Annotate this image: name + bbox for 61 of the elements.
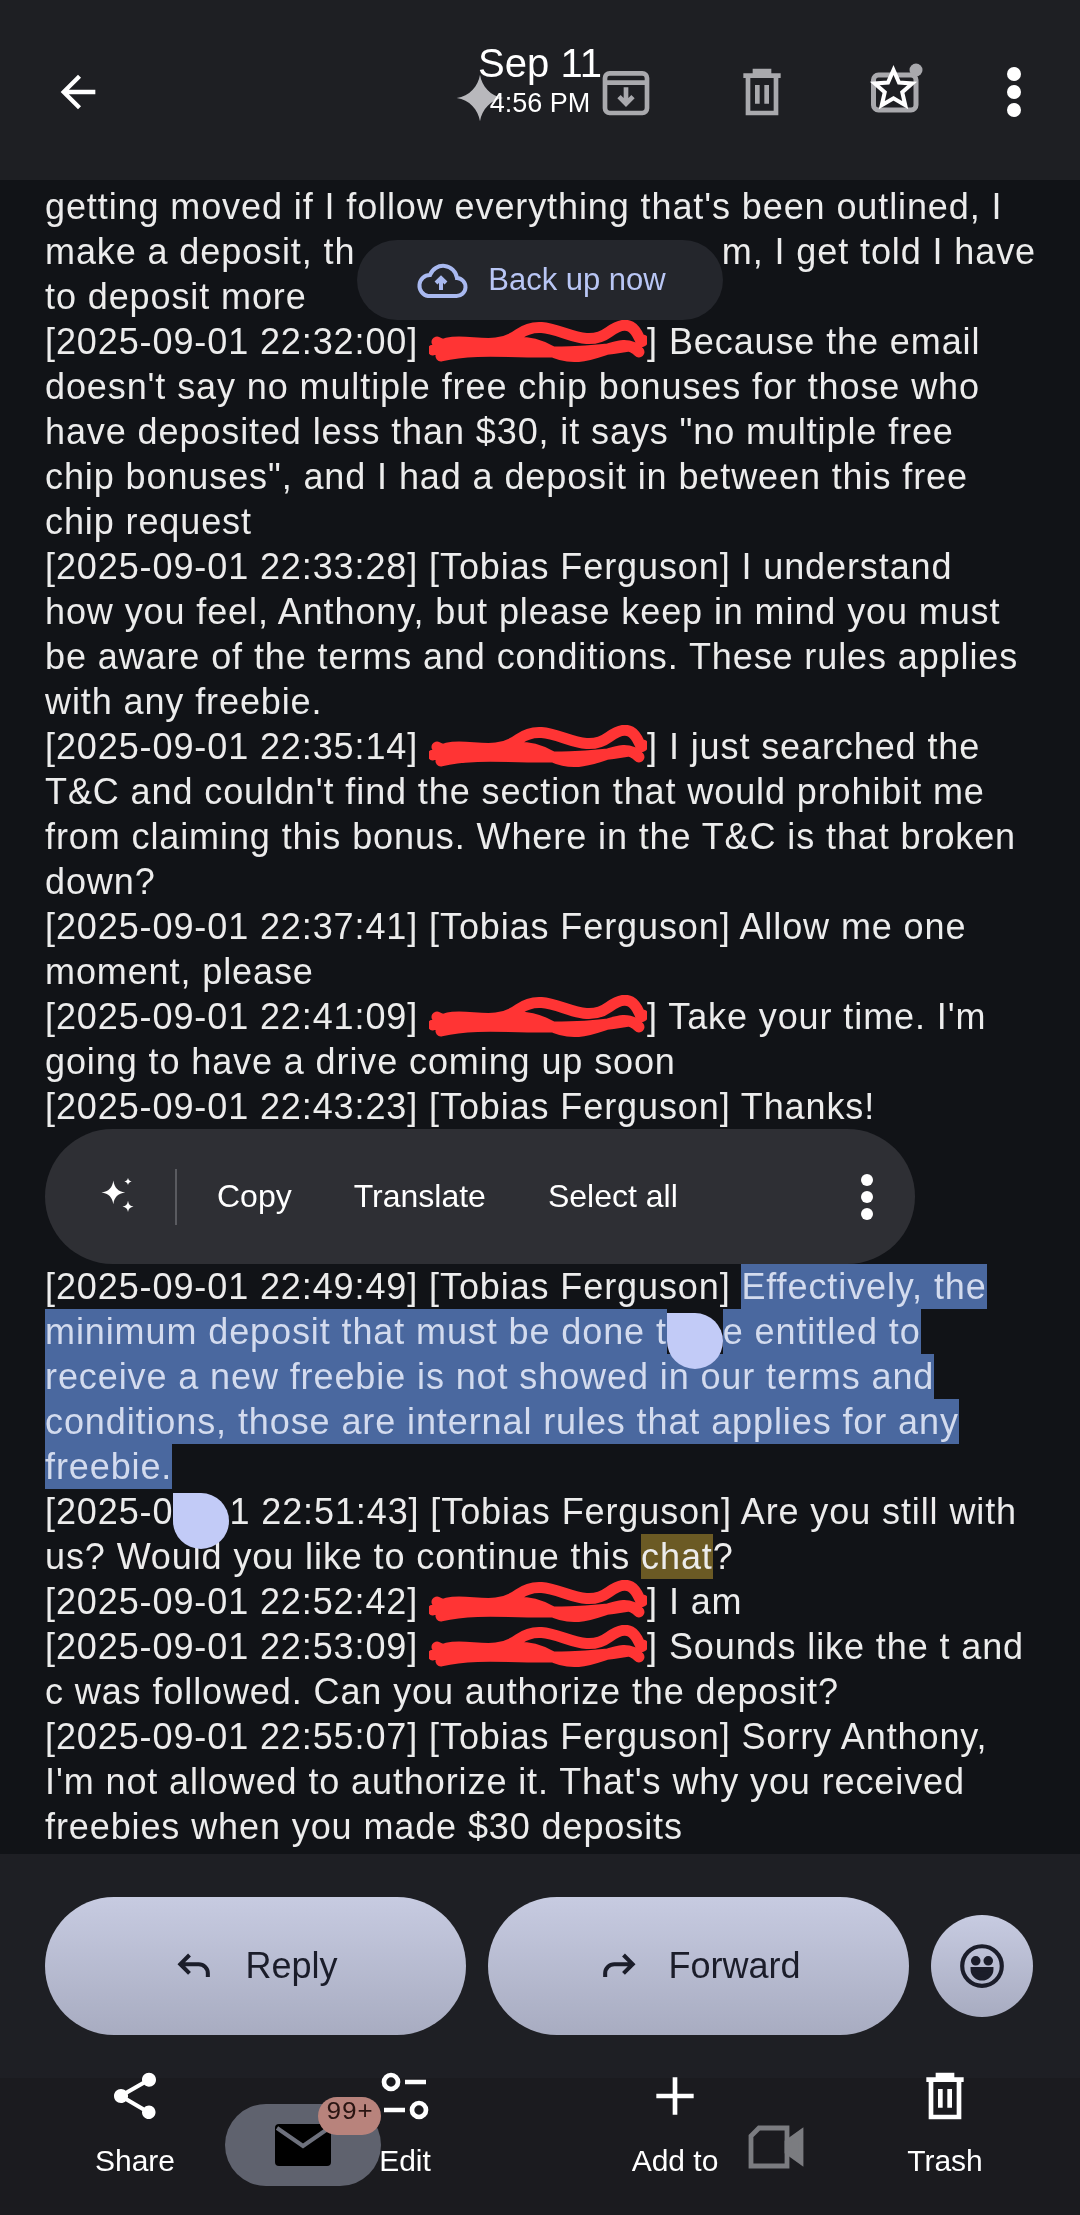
message-text: ] Take your time. I'm	[647, 995, 987, 1039]
selected-text: minimum deposit that must be done t	[45, 1309, 667, 1354]
message-text: chip request	[45, 500, 252, 544]
message-text: moment, please	[45, 950, 314, 994]
message-text: chip bonuses", and I had a deposit in between this free	[45, 455, 968, 499]
message-text: have deposited less than $30, it says "no multiple free	[45, 410, 954, 454]
menu-item[interactable]: Select all	[547, 1178, 678, 1215]
message-text: [2025-09-01 22:55:07] [Tobias Ferguson] Sorry Anthony,	[45, 1715, 988, 1759]
menu-item[interactable]: Translate	[353, 1178, 486, 1215]
message-text: us? Would you like to continue this	[45, 1535, 632, 1579]
message-text: [2025-09-01 22:35:14]	[45, 725, 420, 769]
nav-button[interactable]: Trash	[907, 2068, 983, 2215]
nav-button[interactable]: Share	[94, 2068, 176, 2215]
selected-text: e entitled to	[722, 1309, 921, 1354]
message-text: I'm not allowed to authorize it. That's why you received	[45, 1760, 965, 1804]
selected-text: freebie.	[45, 1444, 173, 1489]
reply-button[interactable]: Reply	[45, 1897, 466, 2035]
selected-text: Effectively, the	[741, 1264, 987, 1309]
highlighted-word: chat	[641, 1534, 713, 1579]
message-text: [2025-09-01 22:32:00]	[45, 320, 420, 364]
backup-chip[interactable]: Back up now	[357, 240, 723, 320]
forward-button[interactable]: Forward	[488, 1897, 909, 2035]
message-text: [2025-09-01 22:49:49] [Tobias Ferguson]	[45, 1265, 732, 1309]
message-text: 1 22:51:43] [Tobias Ferguson] Are you still with	[229, 1490, 1018, 1534]
more-icon[interactable]	[859, 1171, 875, 1222]
message-text: ] I am	[647, 1580, 743, 1624]
message-text: to deposit more	[45, 275, 307, 319]
message-text: ] Sounds like the t and	[647, 1625, 1025, 1669]
message-text: going to have a drive coming up soon	[45, 1040, 676, 1084]
message-text: with any freebie.	[45, 680, 323, 724]
count-badge: 99+	[318, 2097, 381, 2135]
message-text: from claiming this bonus. Where in the T&C is that broken	[45, 815, 1017, 859]
message-text: T&C and couldn't find the section that would prohibit me	[45, 770, 985, 814]
message-text: [2025-09-01 22:33:28] [Tobias Ferguson] I understand	[45, 545, 953, 589]
message-text: c was followed. Can you authorize the deposit?	[45, 1670, 839, 1714]
smiley-icon	[957, 1941, 1007, 1991]
message-text: ] Because the email	[647, 320, 981, 364]
message-text: m, I get told I have	[721, 230, 1036, 274]
selected-text: receive a new freebie is not showed in our terms and	[45, 1354, 935, 1399]
message-text: [2025-09-01 22:41:09]	[45, 995, 420, 1039]
message-text: [2025-0	[45, 1490, 174, 1534]
message-text: [2025-09-01 22:53:09]	[45, 1625, 420, 1669]
more-icon[interactable]	[1004, 64, 1024, 120]
message-text: ] I just searched the	[647, 725, 981, 769]
message-text: doesn't say no multiple free chip bonuses for those who	[45, 365, 980, 409]
mail-icon	[273, 2122, 333, 2168]
message-text: ?	[712, 1535, 734, 1579]
message-text: [2025-09-01 22:43:23] [Tobias Ferguson] Thanks!	[45, 1085, 876, 1129]
nav-button[interactable]: Add to	[631, 2068, 719, 2215]
time-subtitle: 4:56 PM	[489, 87, 591, 120]
message-text: [2025-09-01 22:37:41] [Tobias Ferguson] Allow me one	[45, 905, 967, 949]
menu-item[interactable]: Copy	[217, 1178, 292, 1215]
date-title: Sep 11	[478, 40, 602, 86]
message-text: freebies when you made $30 deposits	[45, 1805, 683, 1849]
selected-text: conditions, those are internal rules that applies for any	[45, 1399, 959, 1444]
message-text: how you feel, Anthony, but please keep in mind you must	[45, 590, 1001, 634]
message-text: getting moved if I follow everything that's been outlined, I	[45, 185, 1003, 229]
message-text: down?	[45, 860, 156, 904]
message-text: be aware of the terms and conditions. These rules applies	[45, 635, 1019, 679]
message-text: [2025-09-01 22:52:42]	[45, 1580, 420, 1624]
message-text: make a deposit, th	[45, 230, 356, 274]
